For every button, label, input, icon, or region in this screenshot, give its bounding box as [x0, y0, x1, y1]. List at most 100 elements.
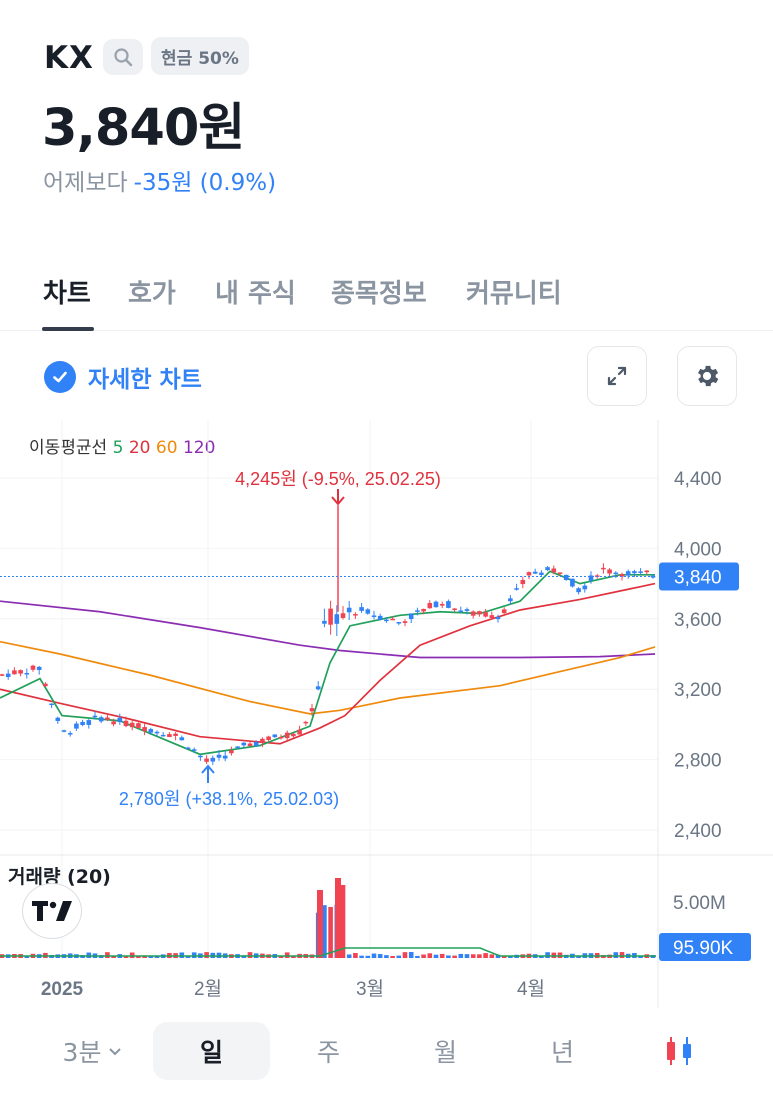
current-price-label: 3,840: [674, 568, 722, 589]
volume-bar: [489, 954, 495, 958]
candle-body: [508, 598, 513, 602]
volume-bar: [415, 955, 420, 958]
candle-body: [142, 727, 147, 732]
candle-body: [340, 613, 346, 618]
tab-orderbook[interactable]: 호가: [128, 273, 176, 310]
candle-body: [483, 612, 488, 617]
chart-grid: [0, 477, 658, 831]
candle-body: [98, 717, 104, 722]
interval-selector[interactable]: 3분: [48, 1022, 138, 1080]
volume-bar: [340, 884, 346, 958]
volume-bar: [105, 952, 110, 958]
candle-body: [303, 721, 309, 724]
search-button[interactable]: [103, 39, 143, 75]
candle-body: [315, 686, 321, 690]
volume-bar: [365, 955, 371, 958]
candle-body: [359, 607, 364, 611]
low-arrow-icon: [201, 764, 215, 783]
x-tick-label: 2월: [194, 978, 222, 1000]
tab-chart[interactable]: 차트: [43, 273, 91, 310]
period-year[interactable]: 년: [504, 1022, 621, 1080]
candle-body: [613, 572, 619, 575]
gear-icon: [698, 365, 719, 387]
candle-body: [173, 733, 178, 736]
candle-body: [638, 571, 643, 573]
tradingview-icon: [32, 901, 72, 921]
volume-bar: [408, 952, 414, 958]
candle-body: [291, 733, 296, 737]
candle-body: [576, 588, 581, 593]
candle-body: [495, 616, 501, 620]
high-annotation: 4,245원 (-9.5%, 25.02.25): [235, 469, 441, 489]
volume-bar: [396, 955, 402, 958]
x-tick-label: 2025: [41, 979, 84, 1000]
volume-bar: [179, 952, 185, 958]
y-tick-label: 2,400: [674, 821, 722, 842]
candle-body: [446, 601, 451, 608]
volume-bar: [619, 952, 625, 958]
x-axis-ticks: 2025 2월 3월 4월: [41, 978, 545, 1000]
candle-body: [458, 610, 464, 612]
candle-body: [439, 604, 445, 606]
candle-body: [80, 721, 85, 726]
candle-body: [284, 732, 290, 739]
volume-bar: [464, 954, 470, 958]
volume-bar: [446, 955, 451, 958]
chart-type-button[interactable]: [630, 1022, 730, 1080]
volume-bar: [377, 954, 383, 958]
candle-body: [607, 569, 612, 574]
candle-body: [129, 722, 135, 728]
detail-chart-label: 자세한 차트: [88, 367, 202, 393]
candle-body: [563, 574, 569, 580]
candle-body: [520, 579, 526, 585]
candle-body: [297, 729, 302, 735]
candle-body: [390, 618, 395, 621]
volume-tick: 5.00M: [673, 893, 726, 914]
candle-body: [489, 615, 495, 618]
tab-community[interactable]: 커뮤니티: [466, 273, 562, 310]
x-tick-label: 3월: [356, 978, 384, 1000]
tab-stock-info[interactable]: 종목정보: [331, 273, 427, 310]
price-chart[interactable]: 4,400 4,000 3,600 3,200 2,800 2,400 2025 2월 3월 4…: [0, 420, 773, 1010]
candle-body: [185, 747, 191, 750]
price-change: 어제보다 -35원 (0.9%): [43, 163, 276, 197]
candle-body: [570, 578, 575, 587]
tab-my-stock[interactable]: 내 주식: [215, 273, 296, 310]
candle-body: [235, 746, 240, 748]
candle-body: [86, 720, 92, 725]
candle-body: [539, 572, 544, 575]
candle-body: [67, 733, 73, 735]
detail-chart-toggle[interactable]: 자세한 차트: [44, 360, 202, 394]
y-axis-ticks: 4,400 4,000 3,600 3,200 2,800 2,400: [674, 469, 722, 842]
candle-body: [384, 619, 389, 622]
period-week[interactable]: 주: [270, 1022, 387, 1080]
candle-body: [266, 736, 271, 741]
candle-body: [260, 738, 265, 743]
ma-lines: [0, 570, 656, 756]
candle-body: [415, 610, 420, 612]
cash-badge: 현금 50%: [151, 37, 249, 75]
candle-body: [92, 715, 98, 718]
tradingview-logo[interactable]: [22, 883, 82, 939]
candle-body: [464, 609, 470, 611]
candle-body: [198, 755, 203, 758]
volume-bar: [402, 952, 408, 958]
interval-label: 3분: [62, 1038, 102, 1067]
candle-body: [514, 588, 519, 590]
volume-bar: [346, 954, 352, 958]
expand-button[interactable]: [587, 346, 647, 406]
y-tick-label: 4,400: [674, 469, 722, 490]
candles: [0, 505, 656, 765]
low-annotation: 2,780원 (+38.1%, 25.02.03): [119, 789, 339, 809]
candle-body: [334, 614, 340, 624]
volume-bar: [421, 954, 426, 958]
candle-body: [371, 615, 377, 617]
ma-60-line: [0, 640, 656, 715]
candle-body: [253, 742, 259, 746]
y-tick-label: 4,000: [674, 539, 722, 560]
settings-button[interactable]: [677, 346, 737, 406]
volume-bar: [613, 952, 619, 958]
period-month[interactable]: 월: [387, 1022, 504, 1080]
volume-bar: [284, 952, 290, 958]
period-day[interactable]: 일: [153, 1022, 270, 1080]
